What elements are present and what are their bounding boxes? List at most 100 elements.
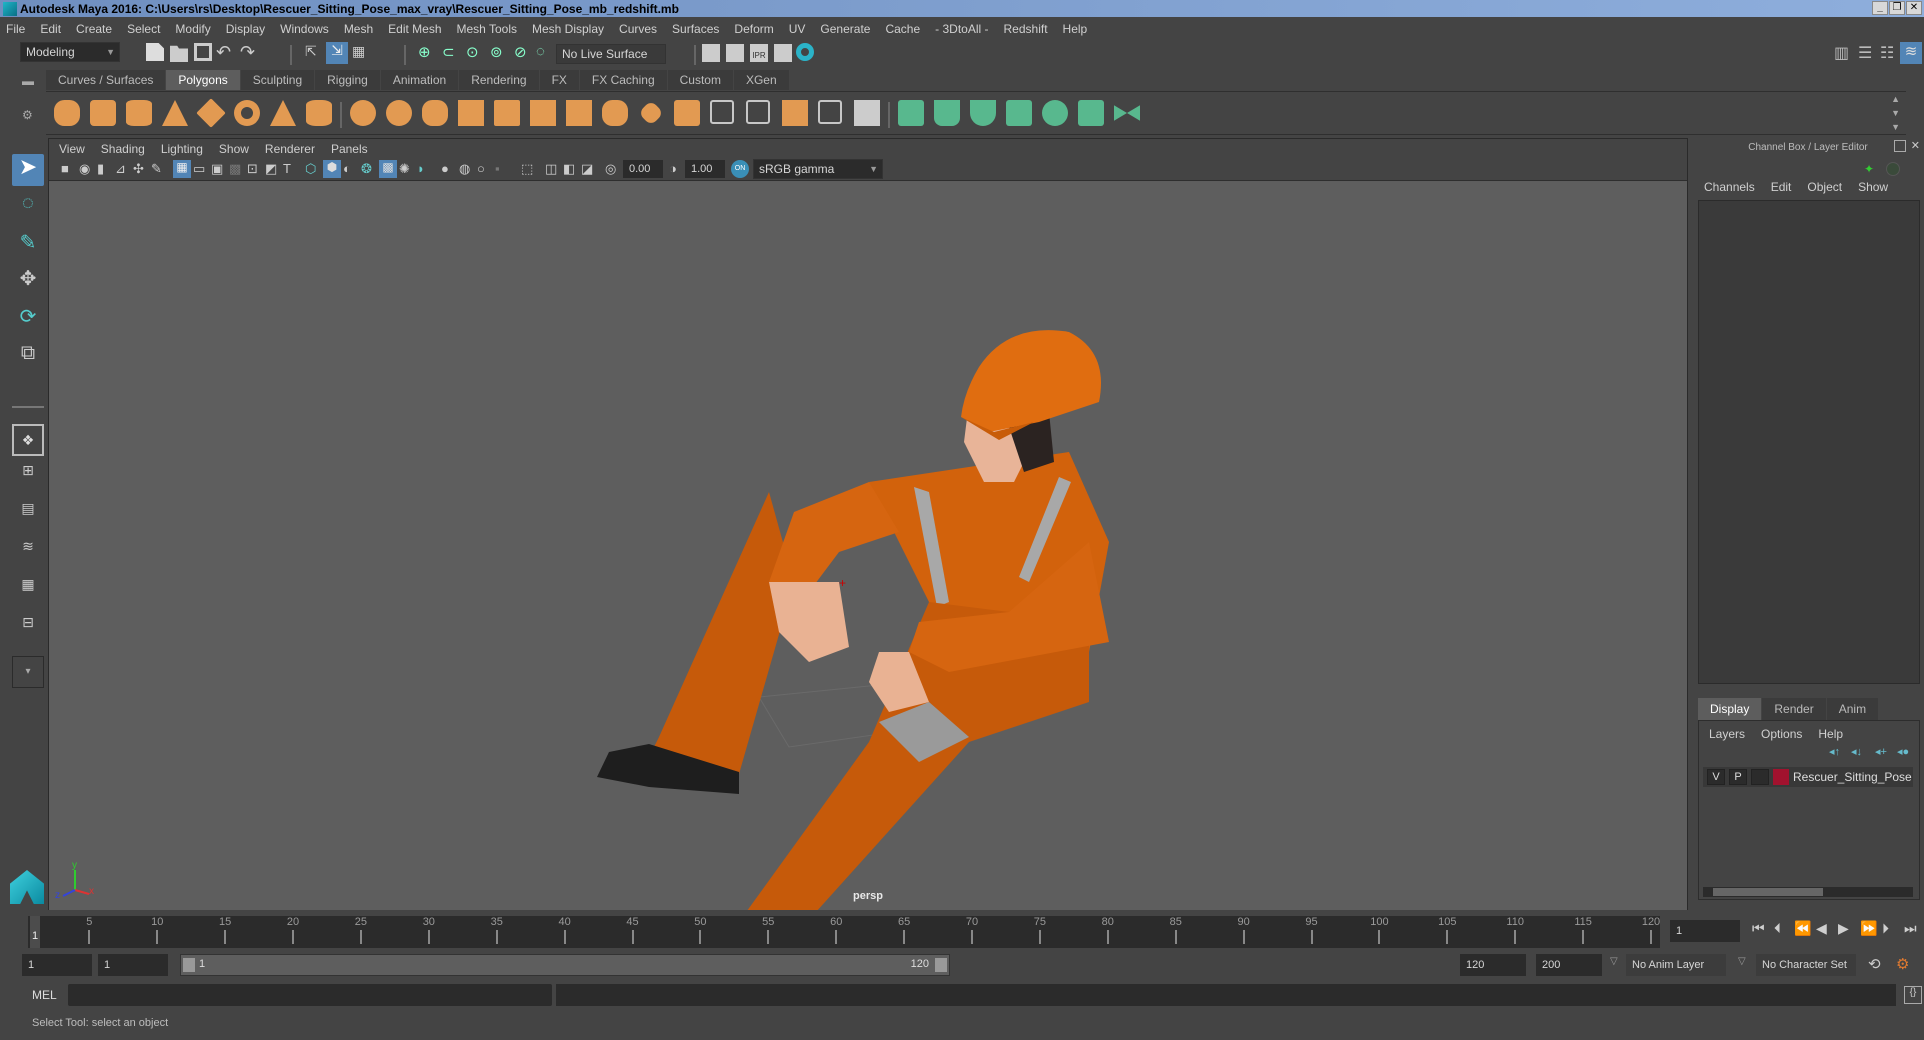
shelf-tab-polygons[interactable]: Polygons bbox=[166, 70, 240, 90]
xray-icon[interactable]: ❂ bbox=[361, 161, 379, 179]
bool-icon[interactable] bbox=[494, 100, 520, 126]
unfold-icon[interactable] bbox=[1042, 100, 1068, 126]
backface-culling-icon[interactable]: ◪ bbox=[581, 161, 599, 179]
step-forward-frame-icon[interactable]: ⏵ bbox=[1882, 920, 1889, 937]
viewport-menu-renderer[interactable]: Renderer bbox=[265, 142, 315, 156]
layer-menu-help[interactable]: Help bbox=[1818, 727, 1843, 741]
range-start-handle[interactable] bbox=[183, 958, 195, 972]
poly-cube-icon[interactable] bbox=[90, 100, 116, 126]
snap-curve-icon[interactable]: ⊂ bbox=[442, 43, 460, 61]
move-layer-down-icon[interactable]: ◂↓ bbox=[1851, 745, 1862, 758]
range-end-handle[interactable] bbox=[935, 958, 947, 972]
command-input[interactable] bbox=[68, 984, 552, 1006]
render-frame-icon[interactable] bbox=[726, 44, 744, 62]
time-slider-track[interactable]: 1 5 10 15 20 25 30 35 40 45 50 55 60 65 70 75 80 85 90 95 1… bbox=[28, 916, 1660, 948]
undo-icon[interactable]: ↶ bbox=[216, 43, 234, 61]
select-tool-icon[interactable]: ➤ bbox=[12, 154, 44, 186]
shelf-tab-rendering[interactable]: Rendering bbox=[459, 70, 539, 90]
grid-toggle-icon[interactable]: ▦ bbox=[173, 160, 191, 178]
auto-key-icon[interactable]: ⟲ bbox=[1868, 955, 1881, 973]
uv-editor-icon[interactable] bbox=[1078, 100, 1104, 126]
step-back-frame-icon[interactable]: ⏴ bbox=[1774, 920, 1781, 937]
camera-attributes-icon[interactable]: ◉ bbox=[79, 161, 97, 179]
smooth-icon[interactable] bbox=[458, 100, 484, 126]
node-editor-layout-icon[interactable]: ⊟ bbox=[12, 614, 44, 646]
animation-start-field[interactable]: 1 bbox=[22, 954, 92, 976]
wireframe-icon[interactable]: ⬡ bbox=[305, 161, 323, 179]
layer-tab-render[interactable]: Render bbox=[1762, 698, 1826, 720]
new-layer-selected-icon[interactable]: ◂● bbox=[1897, 745, 1909, 758]
modeling-toolkit-icon[interactable]: ▥ bbox=[1834, 43, 1852, 62]
move-tool-icon[interactable]: ✥ bbox=[12, 266, 44, 298]
mode-selector[interactable]: Modeling ▼ bbox=[20, 42, 120, 62]
shelf-tab-curves-surfaces[interactable]: Curves / Surfaces bbox=[46, 70, 166, 90]
poly-torus-icon[interactable] bbox=[234, 100, 260, 126]
shelf-tab-fx[interactable]: FX bbox=[539, 70, 579, 90]
wireframe-on-shaded-icon[interactable]: ◐ bbox=[343, 161, 361, 179]
layer-menu-layers[interactable]: Layers bbox=[1709, 727, 1745, 741]
shelf-menu-icon[interactable]: ▬ bbox=[22, 74, 34, 88]
safe-action-icon[interactable]: ◩ bbox=[265, 161, 283, 179]
ipr-render-icon[interactable]: IPR bbox=[750, 44, 768, 62]
bookmark-icon[interactable]: ▮ bbox=[97, 161, 115, 179]
layer-playback-toggle[interactable]: P bbox=[1729, 769, 1747, 785]
shelf-tab-sculpting[interactable]: Sculpting bbox=[240, 70, 315, 90]
image-plane-icon[interactable]: ⊿ bbox=[115, 161, 133, 179]
append-polygon-icon[interactable] bbox=[782, 100, 808, 126]
scrollbar-thumb[interactable] bbox=[1713, 888, 1823, 896]
play-forwards-icon[interactable]: ▶ bbox=[1838, 920, 1849, 937]
hypershade-layout-icon[interactable]: ▦ bbox=[12, 576, 44, 608]
menu-edit[interactable]: Edit bbox=[40, 22, 61, 36]
float-panel-icon[interactable] bbox=[1894, 140, 1906, 152]
planar-mapping-icon[interactable] bbox=[898, 100, 924, 126]
menu-mesh[interactable]: Mesh bbox=[344, 22, 373, 36]
rotate-tool-icon[interactable]: ⟳ bbox=[12, 304, 44, 336]
poly-sphere-icon[interactable] bbox=[54, 100, 80, 126]
shelf-tab-rigging[interactable]: Rigging bbox=[315, 70, 380, 90]
graph-editor-layout-icon[interactable]: ≋ bbox=[12, 538, 44, 570]
anim-layer-field[interactable]: No Anim Layer bbox=[1626, 954, 1726, 976]
redo-icon[interactable]: ↷ bbox=[240, 43, 258, 61]
layer-tab-display[interactable]: Display bbox=[1698, 698, 1762, 720]
safe-title-icon[interactable]: T bbox=[283, 161, 301, 179]
combine-icon[interactable] bbox=[350, 100, 376, 126]
extrude-icon[interactable] bbox=[602, 100, 628, 126]
viewport-menu-lighting[interactable]: Lighting bbox=[161, 142, 203, 156]
separate-icon[interactable] bbox=[386, 100, 412, 126]
cut-sew-uv-icon[interactable] bbox=[1114, 105, 1140, 121]
select-by-hierarchy-icon[interactable]: ⇱ bbox=[305, 43, 323, 61]
cylindrical-mapping-icon[interactable] bbox=[934, 100, 960, 126]
exposure-field[interactable]: 0.00 bbox=[623, 160, 663, 178]
menu-cache[interactable]: Cache bbox=[885, 22, 920, 36]
color-space-select[interactable]: sRGB gamma ▼ bbox=[753, 159, 883, 179]
use-all-lights-icon[interactable]: ✺ bbox=[399, 161, 417, 179]
merge-icon[interactable] bbox=[854, 100, 880, 126]
poly-pyramid-icon[interactable] bbox=[270, 100, 296, 126]
paint-select-tool-icon[interactable]: ✎ bbox=[12, 230, 44, 262]
layer-name[interactable]: Rescuer_Sitting_Pose bbox=[1793, 770, 1912, 784]
channel-box-list[interactable] bbox=[1698, 200, 1920, 684]
camera-select-icon[interactable]: ■ bbox=[61, 161, 79, 179]
poly-plane-icon[interactable] bbox=[196, 98, 226, 128]
playback-start-field[interactable]: 1 bbox=[98, 954, 168, 976]
exposure-icon[interactable]: ◎ bbox=[605, 161, 623, 179]
viewport-menu-show[interactable]: Show bbox=[219, 142, 249, 156]
mirror-icon[interactable] bbox=[422, 100, 448, 126]
custom-layout-icon[interactable]: ▾ bbox=[12, 656, 44, 688]
menu-edit-mesh[interactable]: Edit Mesh bbox=[388, 22, 441, 36]
current-frame-field[interactable]: 1 bbox=[1670, 920, 1740, 942]
menu-3dtoall[interactable]: - 3DtoAll - bbox=[935, 22, 988, 36]
menu-file[interactable]: File bbox=[6, 22, 25, 36]
layer-display-type-toggle[interactable] bbox=[1751, 769, 1769, 785]
menu-help[interactable]: Help bbox=[1063, 22, 1088, 36]
single-perspective-layout-icon[interactable]: ❖ bbox=[12, 424, 44, 456]
poly-cylinder-icon[interactable] bbox=[126, 100, 152, 126]
select-by-object-icon[interactable]: ⇲ bbox=[326, 42, 348, 64]
playback-end-field[interactable]: 120 bbox=[1460, 954, 1526, 976]
gamma-field[interactable]: 1.00 bbox=[685, 160, 725, 178]
menu-curves[interactable]: Curves bbox=[619, 22, 657, 36]
hypershade-icon[interactable] bbox=[796, 43, 814, 61]
character-set-dropdown-icon[interactable]: ▽ bbox=[1738, 956, 1746, 967]
menu-mesh-tools[interactable]: Mesh Tools bbox=[457, 22, 517, 36]
live-surface-field[interactable]: No Live Surface bbox=[556, 44, 666, 64]
